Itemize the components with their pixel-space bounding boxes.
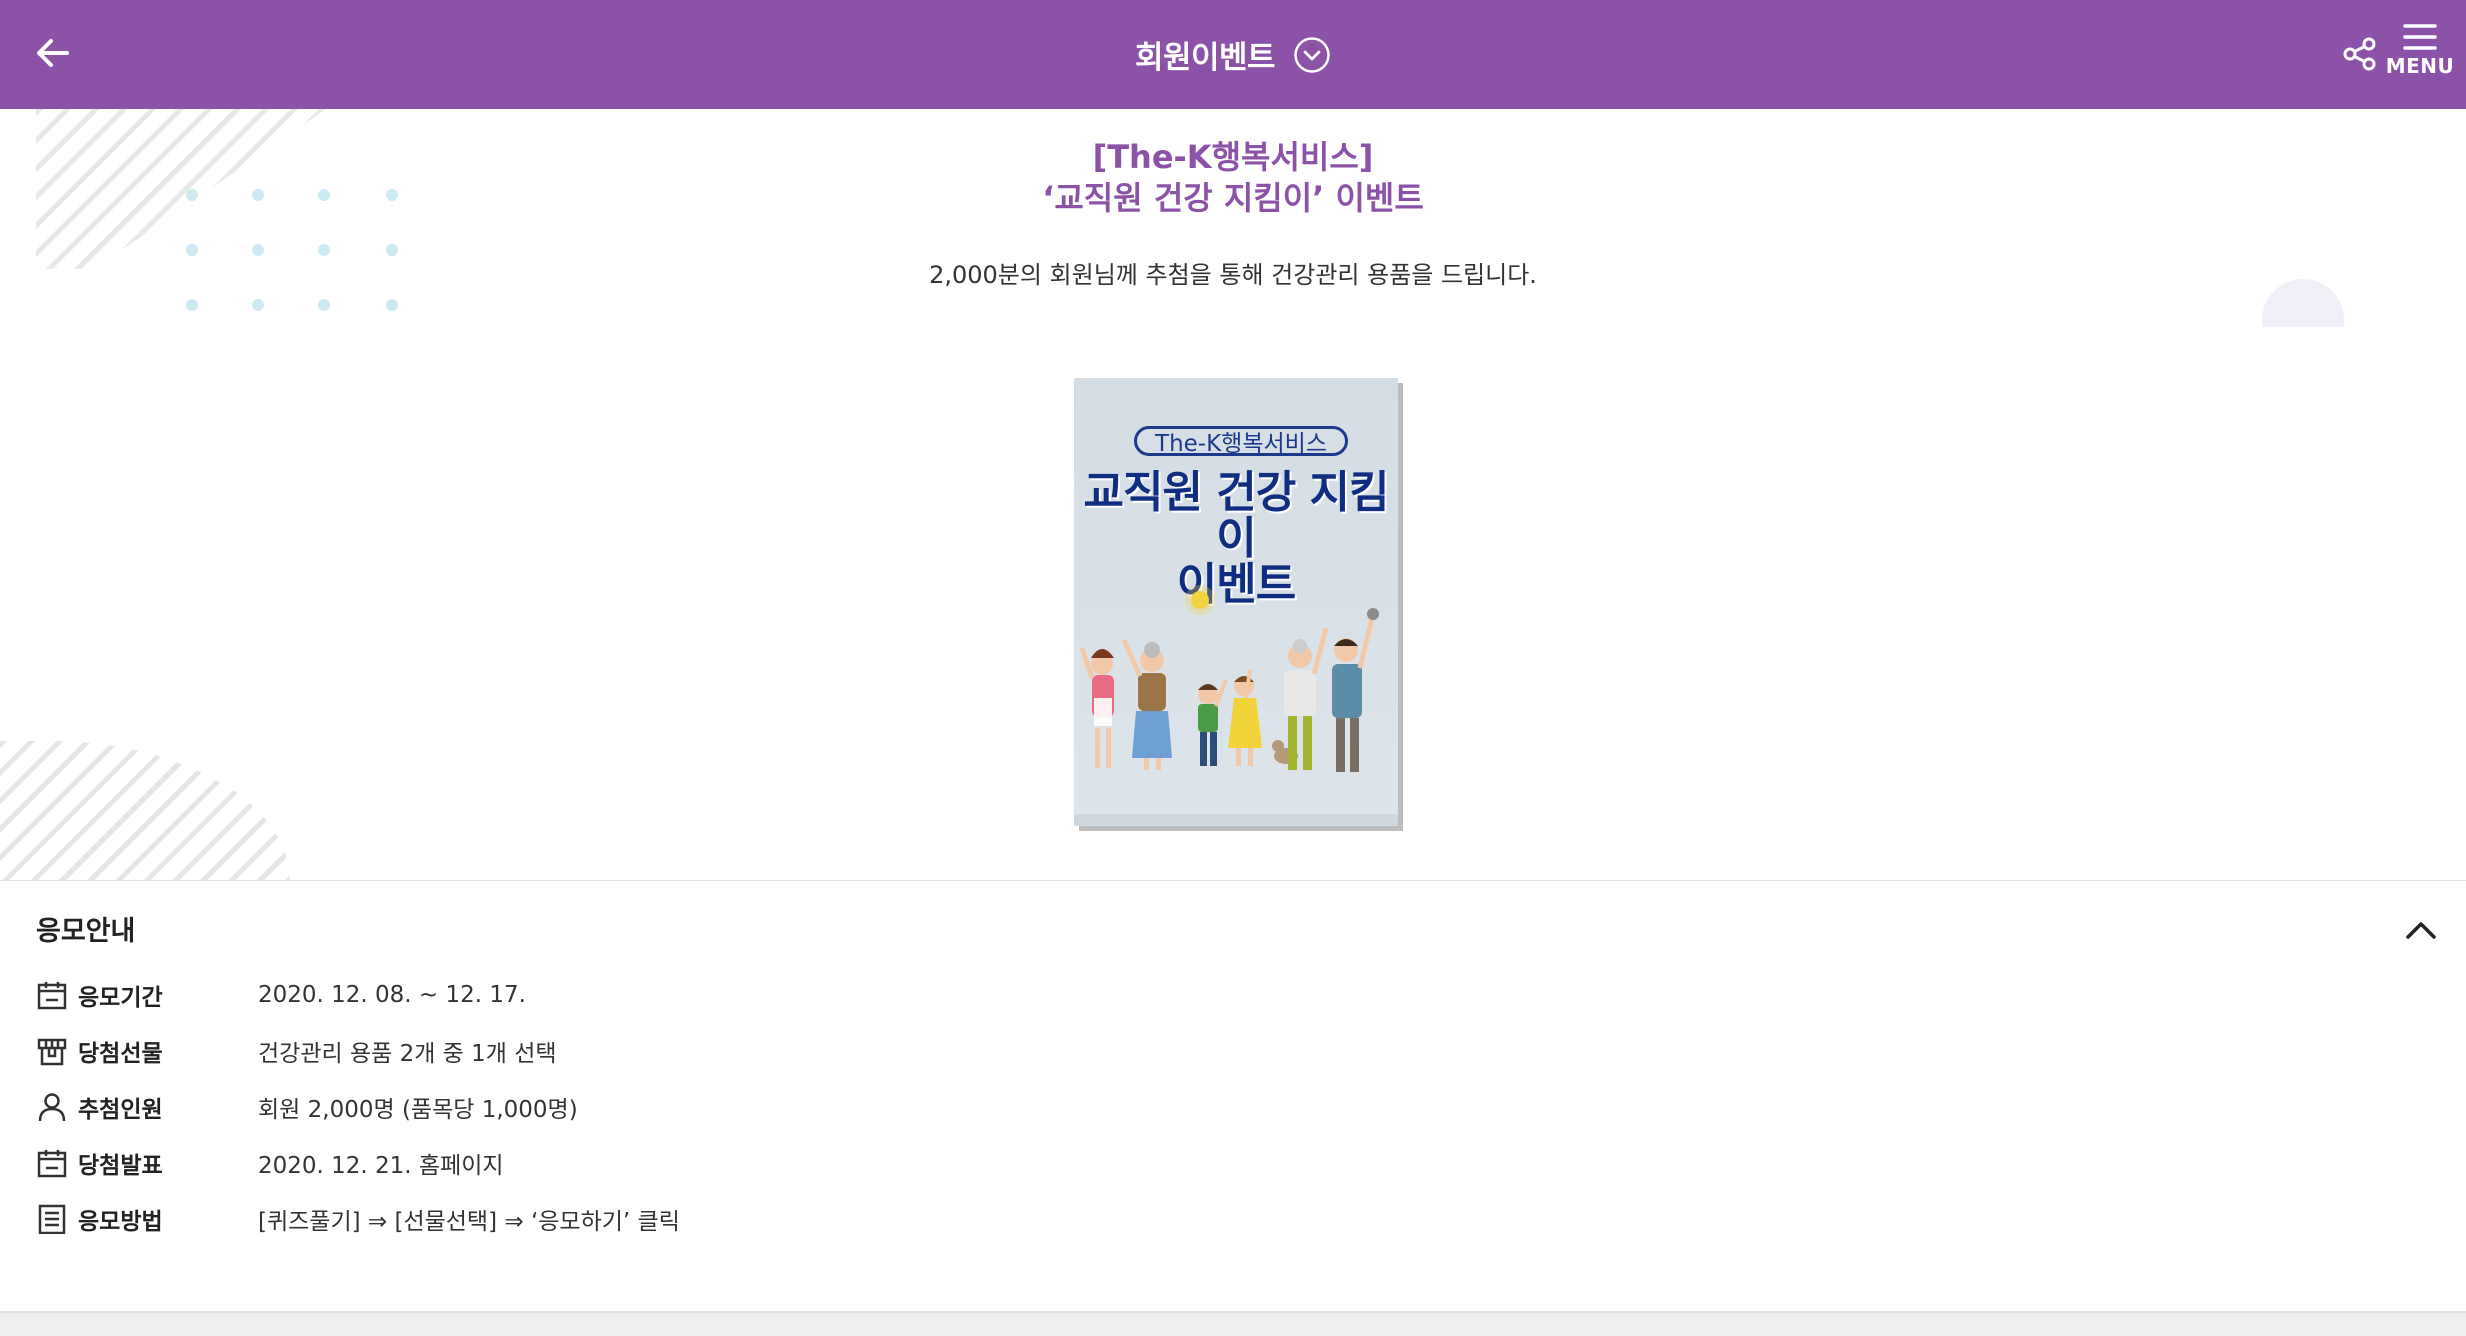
section-title: 응모안내 — [36, 916, 136, 947]
event-title-line1: [The-K행복서비스] — [1092, 138, 1374, 176]
info-row-period: 응모기간 2020. 12. 08. ~ 12. 17. — [36, 975, 1036, 1015]
info-value: 회원 2,000명 (품목당 1,000명) — [258, 1097, 578, 1123]
info-row-announcement: 당첨발표 2020. 12. 21. 홈페이지 — [36, 1143, 1036, 1183]
chevron-down-circle-icon — [1294, 36, 1330, 73]
event-hero: [The-K행복서비스] ‘교직원 건강 지킴이’ 이벤트 2,000분의 회원… — [0, 109, 2466, 881]
event-title-line2: ‘교직원 건강 지킴이’ 이벤트 — [1042, 179, 1424, 217]
app-header: 회원이벤트 MENU — [0, 0, 2466, 109]
info-value: 건강관리 용품 2개 중 1개 선택 — [258, 1041, 557, 1067]
info-label: 추첨인원 — [78, 1097, 163, 1123]
info-row-method: 응모방법 [퀴즈풀기] ⇒ [선물선택] ⇒ ‘응모하기’ 클릭 — [36, 1199, 1036, 1239]
collapse-button[interactable] — [2400, 909, 2442, 951]
calendar-icon — [36, 1147, 68, 1179]
hamburger-menu-icon — [2403, 24, 2437, 50]
info-row-winners: 추첨인원 회원 2,000명 (품목당 1,000명) — [36, 1087, 1036, 1127]
poster-brand: The-K행복서비스 — [1134, 426, 1348, 457]
menu-button[interactable]: MENU — [2380, 22, 2460, 92]
menu-label: MENU — [2385, 54, 2455, 78]
gift-shop-icon — [36, 1035, 68, 1067]
chevron-up-icon — [2406, 922, 2436, 939]
info-label: 응모방법 — [78, 1209, 163, 1235]
bottom-divider-bar — [0, 1311, 2466, 1336]
info-label: 응모기간 — [78, 985, 163, 1011]
entry-info-section: 응모안내 응모기간 2020. 12. 08. ~ 12. 17. 당첨선물 건… — [0, 883, 2466, 1313]
document-list-icon — [36, 1203, 68, 1235]
info-value: 2020. 12. 08. ~ 12. 17. — [258, 982, 526, 1008]
header-title-area: 회원이벤트 — [0, 0, 2466, 109]
event-subtitle: 2,000분의 회원님께 추첨을 통해 건강관리 용품을 드립니다. — [929, 261, 1537, 289]
info-value: 2020. 12. 21. 홈페이지 — [258, 1153, 504, 1179]
info-label: 당첨발표 — [78, 1153, 163, 1179]
share-icon — [2343, 37, 2376, 71]
section-divider — [0, 880, 2466, 881]
info-row-prize: 당첨선물 건강관리 용품 2개 중 1개 선택 — [36, 1031, 1036, 1071]
person-icon — [36, 1091, 68, 1123]
event-poster-image: The-K행복서비스 교직원 건강 지킴이 이벤트 — [1074, 378, 1398, 826]
family-exercise-illustration — [1074, 585, 1398, 826]
calendar-icon — [36, 979, 68, 1011]
page-title: 회원이벤트 — [1134, 40, 1276, 76]
poster-title-line1: 교직원 건강 지킴이 — [1083, 467, 1390, 564]
decorative-stripes-bottom — [0, 741, 290, 881]
info-value: [퀴즈풀기] ⇒ [선물선택] ⇒ ‘응모하기’ 클릭 — [258, 1209, 680, 1235]
info-label: 당첨선물 — [78, 1041, 163, 1067]
share-button[interactable] — [2340, 34, 2380, 74]
event-title: [The-K행복서비스] ‘교직원 건강 지킴이’ 이벤트 — [0, 137, 2466, 219]
title-dropdown-button[interactable] — [1293, 36, 1331, 74]
